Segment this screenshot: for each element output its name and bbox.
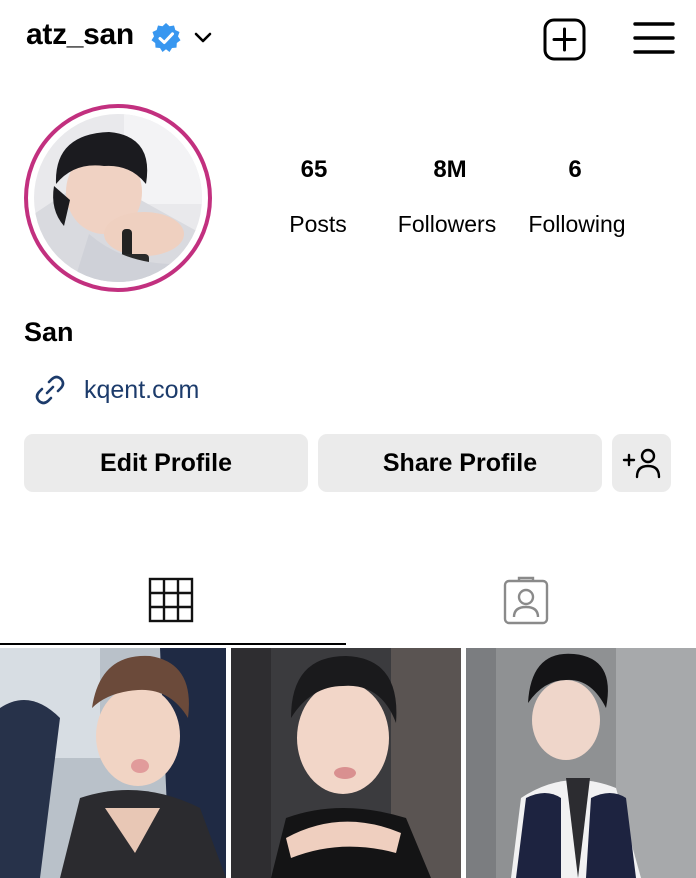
post-thumbnail[interactable] [0,648,226,878]
tagged-person-icon[interactable] [500,575,552,627]
new-post-button[interactable] [542,17,587,62]
following-label[interactable]: Following [497,211,657,238]
verified-badge-icon [151,23,181,52]
posts-count[interactable]: 65 [244,156,384,184]
add-person-icon [622,448,660,479]
avatar[interactable] [34,114,202,282]
post-thumbnail[interactable] [466,648,696,878]
active-tab-indicator [0,643,346,645]
profile-username[interactable]: atz_san [26,18,134,52]
grid-icon[interactable] [146,575,196,625]
add-person-button[interactable] [612,434,671,492]
followers-count[interactable]: 8M [380,156,520,184]
link-icon [35,375,65,405]
profile-name: San [24,317,74,347]
post-thumbnail[interactable] [231,648,461,878]
hamburger-menu-icon[interactable] [633,20,675,56]
chevron-down-icon[interactable] [192,26,214,48]
share-profile-button[interactable]: Share Profile [318,434,602,492]
edit-profile-button[interactable]: Edit Profile [24,434,308,492]
profile-link[interactable]: kqent.com [84,376,199,405]
following-count[interactable]: 6 [505,156,645,184]
